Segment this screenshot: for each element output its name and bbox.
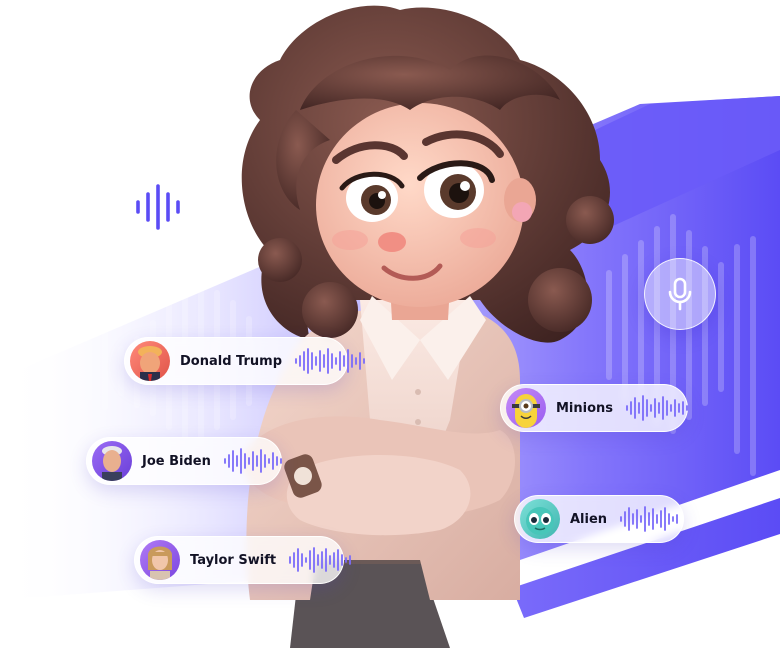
voice-name-label: Donald Trump	[180, 353, 282, 369]
voice-name-label: Taylor Swift	[190, 552, 277, 568]
voice-changer-hero: Donald Trump Joe Biden Taylor Swift Mini…	[0, 0, 780, 648]
alien-avatar	[520, 499, 560, 539]
donald-trump-avatar	[130, 341, 170, 381]
voice-chip-minions[interactable]: Minions	[500, 384, 688, 432]
voice-chip-taylor-swift[interactable]: Taylor Swift	[134, 536, 351, 584]
waveform-icon	[626, 395, 688, 421]
voice-name-label: Joe Biden	[142, 453, 211, 469]
voice-chip-alien[interactable]: Alien	[514, 495, 684, 543]
waveform-icon	[289, 547, 351, 573]
voice-chip-joe-biden[interactable]: Joe Biden	[86, 437, 282, 485]
voice-name-label: Minions	[556, 400, 614, 416]
taylor-swift-avatar	[140, 540, 180, 580]
voice-chip-donald-trump[interactable]: Donald Trump	[124, 337, 365, 385]
voice-name-label: Alien	[570, 511, 608, 527]
joe-biden-avatar	[92, 441, 132, 481]
waveform-icon	[295, 348, 365, 374]
waveform-icon	[620, 506, 678, 532]
waveform-icon	[223, 448, 282, 474]
microphone-icon	[668, 277, 692, 311]
minion-avatar	[506, 388, 546, 428]
